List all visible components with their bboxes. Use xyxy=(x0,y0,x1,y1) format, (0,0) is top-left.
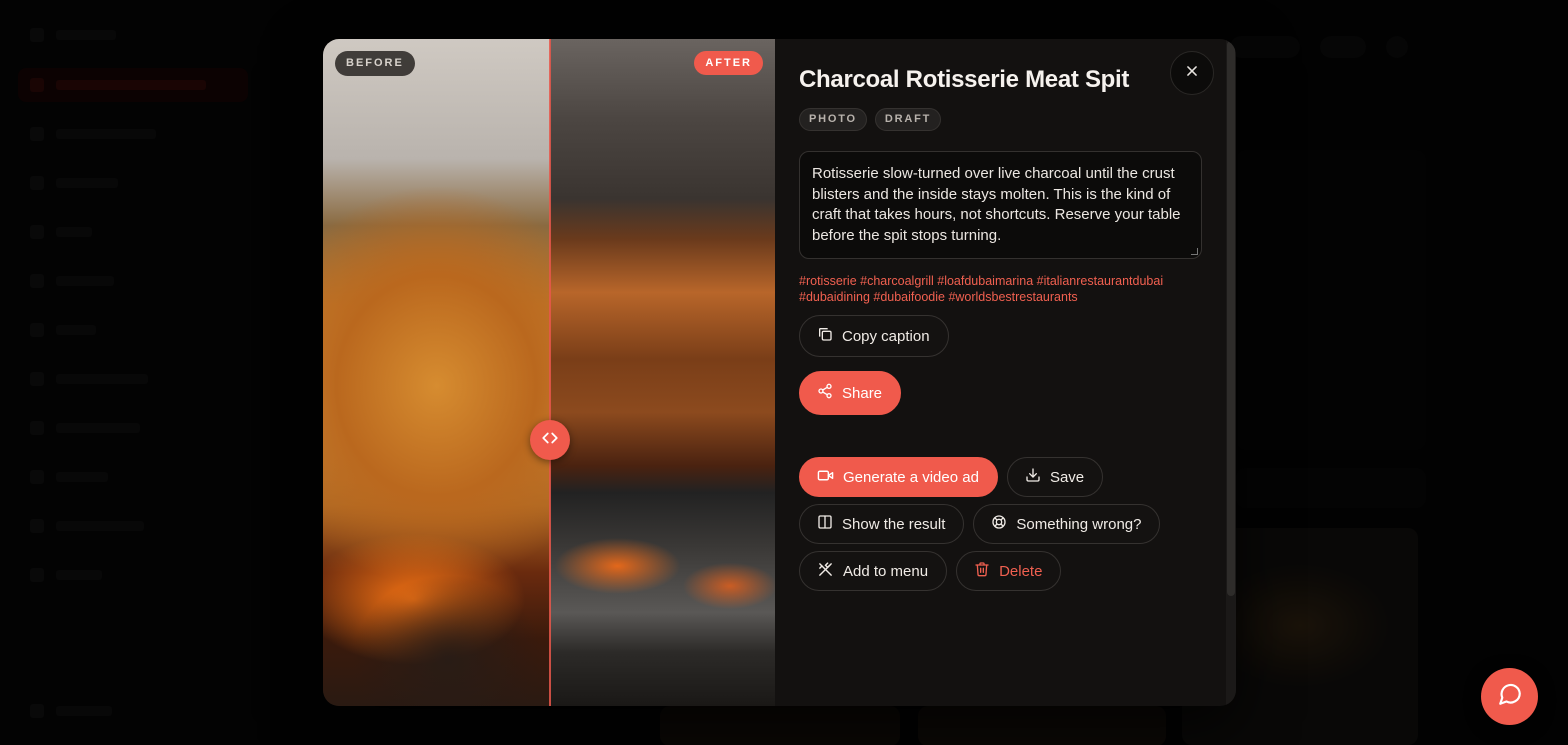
share-icon xyxy=(817,383,833,403)
before-badge: BEFORE xyxy=(335,51,415,76)
before-photo xyxy=(323,39,550,706)
hashtags: #rotisserie #charcoalgrill #loafdubaimar… xyxy=(799,274,1164,304)
close-icon xyxy=(1185,64,1199,83)
detail-panel: Charcoal Rotisserie Meat Spit PHOTO DRAF… xyxy=(775,39,1236,706)
save-button[interactable]: Save xyxy=(1006,457,1104,497)
after-badge: AFTER xyxy=(694,51,763,75)
split-view-icon xyxy=(817,514,833,534)
tag-photo: PHOTO xyxy=(799,108,867,131)
utensils-crossed-icon xyxy=(817,561,834,582)
show-result-button[interactable]: Show the result xyxy=(799,504,965,544)
chat-bubble-icon xyxy=(1497,681,1523,712)
generate-video-ad-label: Generate a video ad xyxy=(843,468,979,486)
video-camera-icon xyxy=(817,467,834,488)
caption-text: Rotisserie slow-turned over live charcoa… xyxy=(812,165,1181,244)
modal-title: Charcoal Rotisserie Meat Spit xyxy=(799,66,1130,93)
tag-draft: DRAFT xyxy=(874,108,942,131)
share-button[interactable]: Share xyxy=(799,371,902,415)
tag-list: PHOTO DRAFT xyxy=(799,108,1212,131)
download-icon xyxy=(1025,467,1041,487)
chat-fab-button[interactable] xyxy=(1481,668,1538,725)
save-label: Save xyxy=(1049,468,1085,486)
scrollbar-thumb[interactable] xyxy=(1227,41,1235,596)
after-photo xyxy=(550,39,775,706)
something-wrong-label: Something wrong? xyxy=(1016,515,1142,533)
share-label: Share xyxy=(842,384,883,402)
show-result-label: Show the result xyxy=(842,515,946,533)
add-to-menu-button[interactable]: Add to menu xyxy=(799,551,948,591)
before-after-compare[interactable]: BEFORE AFTER xyxy=(323,39,775,706)
scrollbar[interactable] xyxy=(1226,39,1236,706)
code-arrows-icon xyxy=(541,429,559,452)
something-wrong-button[interactable]: Something wrong? xyxy=(973,504,1161,544)
photo-detail-modal: BEFORE AFTER Charcoal Rotisserie Meat Sp… xyxy=(323,39,1236,706)
compare-slider-handle[interactable] xyxy=(530,420,570,460)
copy-caption-button[interactable]: Copy caption xyxy=(799,315,949,357)
add-to-menu-label: Add to menu xyxy=(843,562,929,580)
copy-icon xyxy=(817,326,833,346)
delete-label: Delete xyxy=(999,562,1043,580)
resize-grip-icon[interactable] xyxy=(1191,248,1198,255)
generate-video-ad-button[interactable]: Generate a video ad xyxy=(799,457,998,497)
compare-divider xyxy=(549,39,551,706)
caption-textarea[interactable]: Rotisserie slow-turned over live charcoa… xyxy=(799,151,1202,259)
close-button[interactable] xyxy=(1170,51,1214,95)
trash-icon xyxy=(974,561,990,581)
lifebuoy-icon xyxy=(991,514,1007,534)
copy-caption-label: Copy caption xyxy=(842,327,930,345)
delete-button[interactable]: Delete xyxy=(956,551,1062,591)
